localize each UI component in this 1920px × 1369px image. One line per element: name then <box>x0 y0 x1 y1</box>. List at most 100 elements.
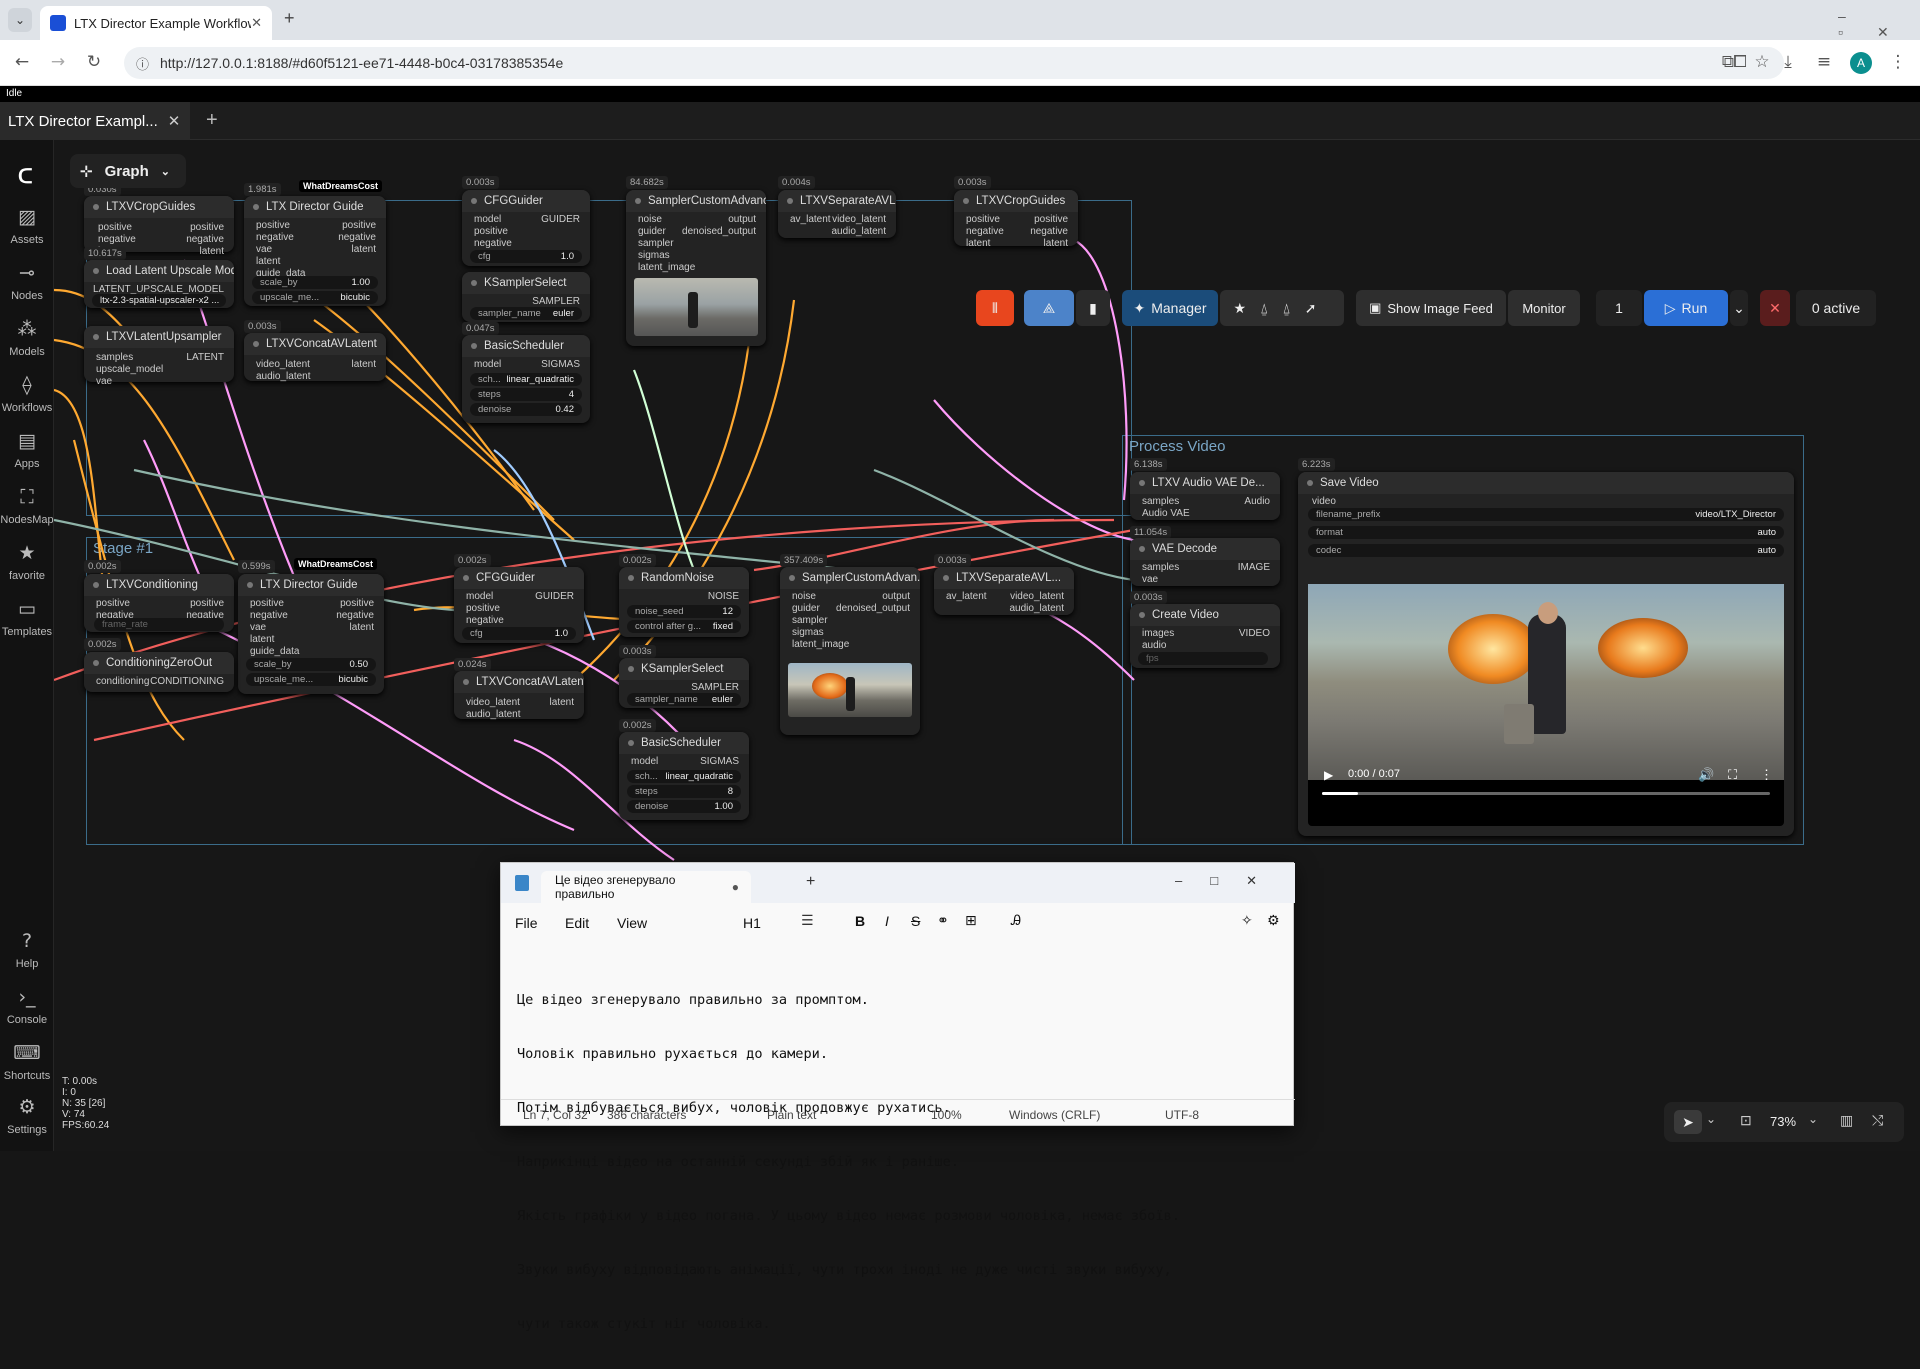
forward-icon[interactable]: → <box>44 52 72 72</box>
pointer-mode-icon[interactable]: ➤ <box>1674 1110 1702 1134</box>
fullscreen-icon[interactable]: ⛶ <box>1728 767 1737 783</box>
tab-search-icon[interactable]: ⌄ <box>8 8 32 32</box>
unsaved-dot-icon[interactable]: ● <box>732 880 739 894</box>
filename-prefix-widget[interactable]: filename_prefix video/LTX_Director <box>1308 508 1784 521</box>
format-widget[interactable]: format auto <box>1308 526 1784 539</box>
node-random-noise[interactable]: RandomNoise NOISE noise_seed 12 control a… <box>619 567 749 637</box>
table-icon[interactable]: ⊞ <box>965 913 977 929</box>
scale-by-widget[interactable]: scale_by 0.50 <box>246 658 376 671</box>
node-s1-director-guide[interactable]: LTX Director Guide positive negative vae… <box>238 574 384 694</box>
manager-tools[interactable]: ★⍙⍙➚ <box>1220 290 1344 326</box>
model-name-widget[interactable]: ltx-2.3-spatial-upscaler-x2 ... <box>92 294 226 307</box>
menu-file[interactable]: File <box>515 915 538 931</box>
chevron-down-icon[interactable]: ⌄ <box>1706 1112 1716 1126</box>
browser-tab[interactable]: LTX Director Example Workflow ✕ <box>40 6 272 40</box>
manager-button[interactable]: ✦ Manager <box>1122 290 1218 326</box>
sidebar-item-workflows[interactable]: ⟠ Workflows <box>0 374 54 414</box>
node-s2-crop-guides-2[interactable]: LTXVCropGuides positive negative latent … <box>954 190 1078 249</box>
italic-icon[interactable]: I <box>885 913 889 929</box>
notepad-tab[interactable]: Це відео згенерувало правильно ● <box>541 871 751 903</box>
sampler-name-widget[interactable]: sampler_name euler <box>470 307 582 320</box>
codec-widget[interactable]: codec auto <box>1308 544 1784 557</box>
node-s2-cfg-guider[interactable]: CFGGuider model positive negative GUIDER… <box>462 190 590 266</box>
strikethrough-icon[interactable]: S <box>911 913 920 929</box>
graph-mode-selector[interactable]: ⊹ Graph ⌄ <box>70 154 186 188</box>
scheduler-widget[interactable]: sch... linear_quadratic <box>627 770 741 783</box>
node-s1-basic-scheduler[interactable]: BasicScheduler model SIGMAS sch... linear… <box>619 732 749 820</box>
node-s2-basic-scheduler[interactable]: BasicScheduler model SIGMAS sch... linear… <box>462 335 590 423</box>
notepad-window-controls[interactable]: –□✕ <box>1175 873 1285 889</box>
minimap-icon[interactable]: ▥ <box>1840 1112 1853 1129</box>
bookmark-icon[interactable]: ▮ <box>1076 290 1110 326</box>
node-s1-ksampler-select[interactable]: KSamplerSelect SAMPLER sampler_name euler <box>619 658 749 708</box>
workflow-tab[interactable]: LTX Director Exampl... ✕ <box>0 102 190 140</box>
denoise-widget[interactable]: denoise 1.00 <box>627 800 741 813</box>
node-load-latent-upscale-model[interactable]: Load Latent Upscale Model LATENT_UPSCALE… <box>84 260 234 308</box>
link-icon[interactable]: ⚭ <box>937 913 949 929</box>
gear-icon[interactable]: ⚙ <box>1267 913 1280 929</box>
sampler-name-widget[interactable]: sampler_name euler <box>627 693 741 706</box>
node-create-video[interactable]: Create Video images audio VIDEO fps <box>1130 604 1280 668</box>
profile-avatar[interactable]: A <box>1850 52 1872 74</box>
sidebar-item-models[interactable]: ⁂ Models <box>0 318 54 358</box>
notepad-text-area[interactable]: Це відео згенерувало правильно за промпт… <box>517 955 1277 1369</box>
close-tab-icon[interactable]: ✕ <box>251 15 262 31</box>
pulse-icon[interactable]: ⫴ <box>976 290 1014 326</box>
window-controls[interactable]: –▫✕ <box>1838 8 1920 41</box>
scheduler-widget[interactable]: sch... linear_quadratic <box>470 373 582 386</box>
new-workflow-button[interactable]: + <box>206 109 218 132</box>
downloads-icon[interactable]: ⤓ <box>1774 52 1802 72</box>
notepad-window[interactable]: Це відео згенерувало правильно ● + –□✕ F… <box>500 862 1295 1332</box>
video-progress[interactable] <box>1322 792 1770 795</box>
show-image-feed-button[interactable]: ▣ Show Image Feed <box>1356 290 1506 326</box>
node-latent-upsampler[interactable]: LTXVLatentUpsampler samples upscale_mode… <box>84 326 234 387</box>
site-info-icon[interactable]: ⓘ <box>136 54 149 73</box>
extensions-icon[interactable]: ⧠ <box>1726 52 1754 72</box>
node-save-video[interactable]: Save Video video filename_prefix video/LT… <box>1298 472 1794 836</box>
steps-widget[interactable]: steps 8 <box>627 785 741 798</box>
active-queue-count[interactable]: 0 active <box>1796 290 1876 326</box>
sidebar-item-shortcuts[interactable]: ⌨ Shortcuts <box>0 1042 54 1082</box>
menu-edit[interactable]: Edit <box>565 915 589 931</box>
node-vae-decode[interactable]: VAE Decode samples vae IMAGE <box>1130 538 1280 586</box>
zoom-level[interactable]: 73% <box>1770 1114 1796 1129</box>
sidebar-item-settings[interactable]: ⚙ Settings <box>0 1096 54 1136</box>
node-s1-concat-av-latent[interactable]: LTXVConcatAVLatent video_latent audio_la… <box>454 671 584 720</box>
cfg-widget[interactable]: cfg 1.0 <box>462 627 576 640</box>
node-s2-director-guide[interactable]: LTX Director Guide positive negative vae… <box>244 196 386 306</box>
reload-icon[interactable]: ↻ <box>80 52 108 72</box>
menu-view[interactable]: View <box>617 915 647 931</box>
clear-format-icon[interactable]: Ꭿ <box>1011 913 1021 929</box>
node-s2-sampler-custom-advanced[interactable]: SamplerCustomAdvanc... noise guider samp… <box>626 190 766 346</box>
list-icon[interactable]: ☰ <box>801 913 814 929</box>
scale-by-widget[interactable]: scale_by 1.00 <box>252 276 378 289</box>
steps-widget[interactable]: steps 4 <box>470 388 582 401</box>
sidebar-item-nodes[interactable]: ⊸ Nodes <box>0 262 54 302</box>
close-workflow-icon[interactable]: ✕ <box>168 112 181 130</box>
denoise-widget[interactable]: denoise 0.42 <box>470 403 582 416</box>
sidebar-item-apps[interactable]: ▤ Apps <box>0 430 54 470</box>
node-s1-sampler-custom-advanced[interactable]: SamplerCustomAdvan... noise guider sampl… <box>780 567 920 735</box>
new-tab-button[interactable]: + <box>806 873 815 891</box>
address-bar[interactable]: ⓘ http://127.0.0.1:8188/#d60f5121-ee71-4… <box>124 47 1784 79</box>
monitor-button[interactable]: Monitor <box>1508 290 1580 326</box>
sidebar-item-help[interactable]: ? Help <box>0 930 54 970</box>
browser-menu-icon[interactable]: ⋮ <box>1884 52 1912 72</box>
fit-view-icon[interactable]: ⊡ <box>1740 1112 1752 1129</box>
upscale-method-widget[interactable]: upscale_me... bicubic <box>246 673 376 686</box>
comfy-logo-icon[interactable]: ᑕ <box>18 164 33 189</box>
sidebar-item-templates[interactable]: ▭ Templates <box>0 598 54 638</box>
more-options-icon[interactable]: ⋮ <box>1760 767 1773 783</box>
cancel-queue-button[interactable]: ✕ <box>1760 290 1790 326</box>
play-icon[interactable]: ▶ <box>1324 768 1333 782</box>
node-s2-concat-av-latent[interactable]: LTXVConcatAVLatent video_latent audio_la… <box>244 333 386 382</box>
run-button[interactable]: ▷ Run <box>1644 290 1728 326</box>
zoom-chevron-icon[interactable]: ⌄ <box>1808 1112 1818 1126</box>
node-s2-ksampler-select[interactable]: KSamplerSelect SAMPLER sampler_name euler <box>462 272 590 322</box>
video-player[interactable]: ▶ 0:00 / 0:07 🔊 ⛶ ⋮ <box>1308 584 1784 826</box>
upscale-method-widget[interactable]: upscale_me... bicubic <box>252 291 378 304</box>
noise-seed-widget[interactable]: noise_seed 12 <box>627 605 741 618</box>
back-icon[interactable]: ← <box>8 52 36 72</box>
hide-links-icon[interactable]: ⤭ <box>1872 1112 1883 1129</box>
sidebar-item-console[interactable]: ›_ Console <box>0 986 54 1026</box>
